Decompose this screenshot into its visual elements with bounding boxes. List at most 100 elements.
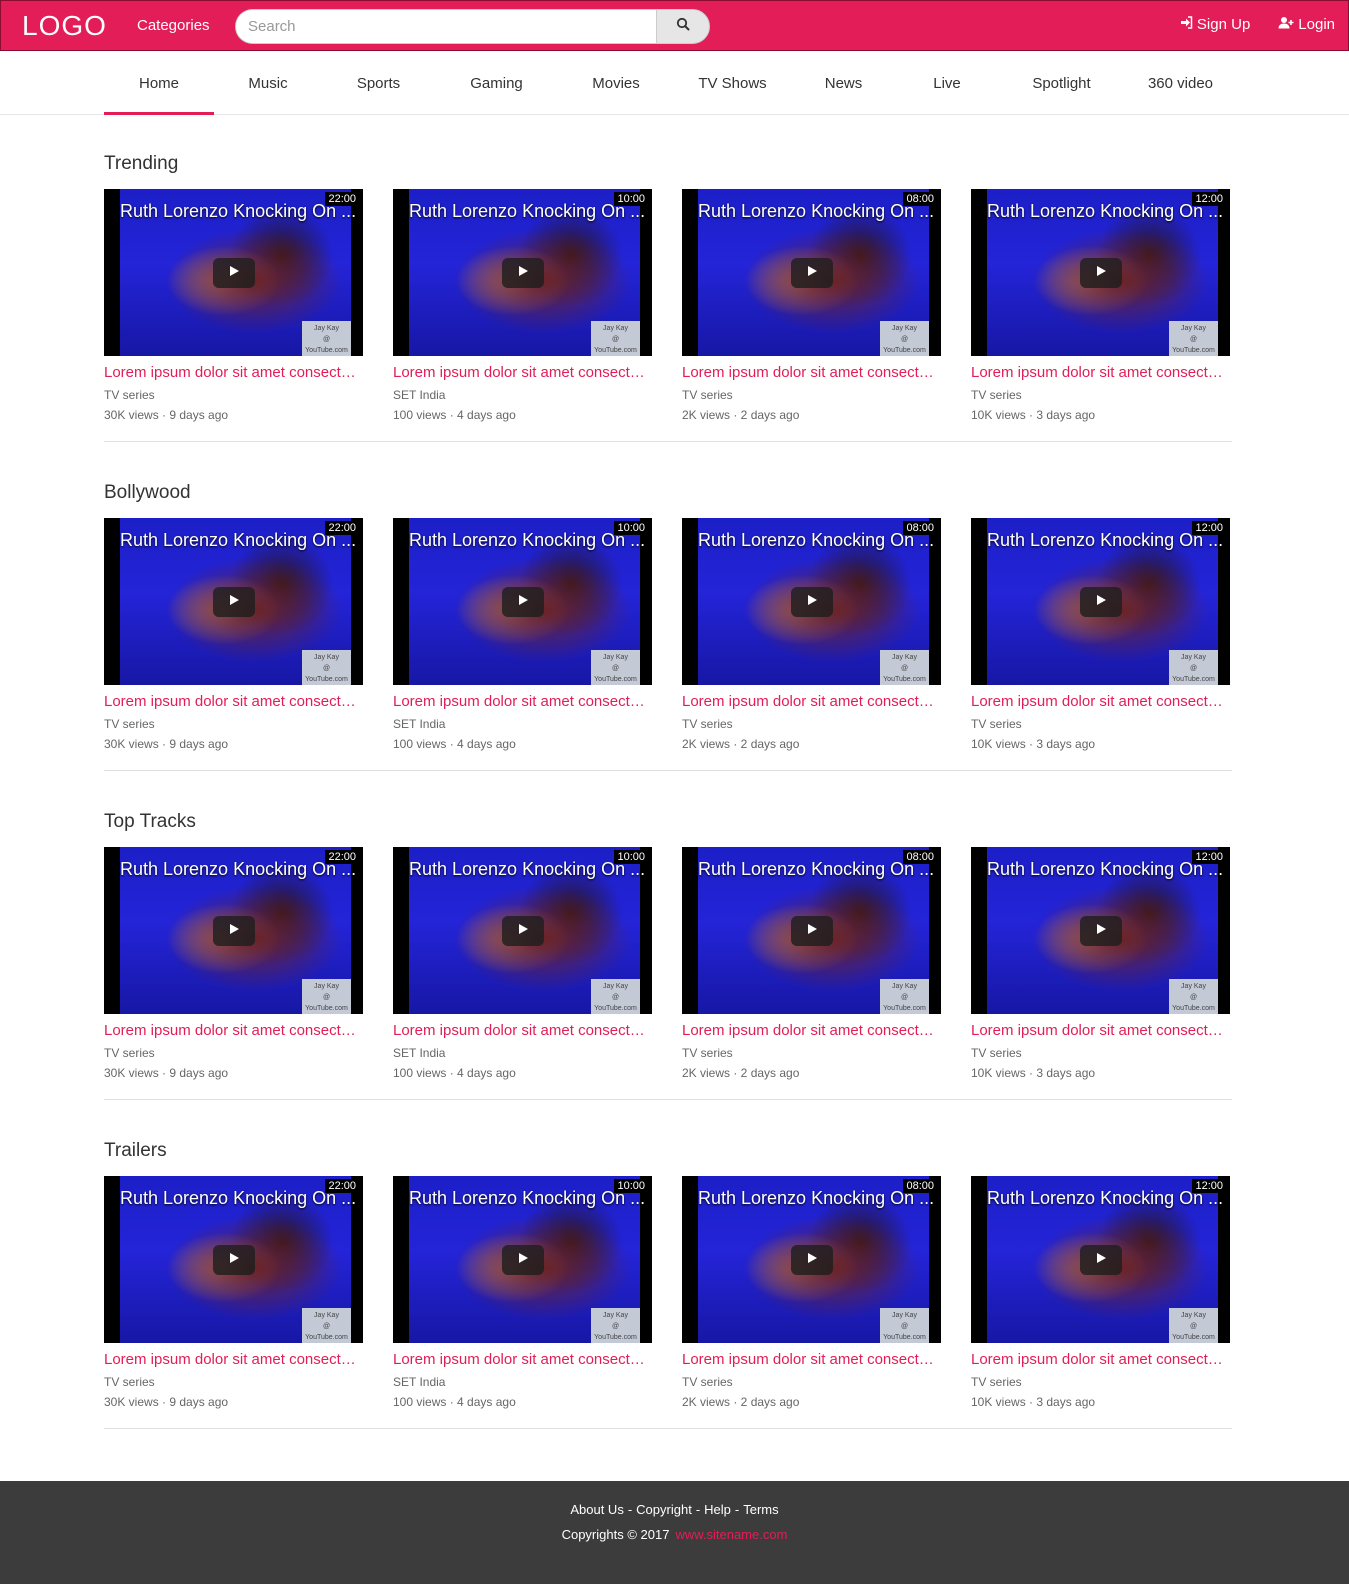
channel-name[interactable]: TV series [104,387,363,403]
signup-link[interactable]: Sign Up [1180,16,1250,33]
tab-spotlight[interactable]: Spotlight [998,51,1125,115]
video-card[interactable]: Jay Kay @ YouTube.com Ruth Lorenzo Knocki… [971,1176,1230,1410]
play-button[interactable] [790,257,833,288]
video-thumbnail[interactable]: Jay Kay @ YouTube.com Ruth Lorenzo Knocki… [104,518,363,685]
video-thumbnail[interactable]: Jay Kay @ YouTube.com Ruth Lorenzo Knocki… [682,1176,941,1343]
tab-gaming[interactable]: Gaming [435,51,558,115]
tab-movies[interactable]: Movies [558,51,674,115]
video-title-link[interactable]: Lorem ipsum dolor sit amet consectetur [393,692,652,712]
channel-name[interactable]: TV series [682,1374,941,1390]
video-title-link[interactable]: Lorem ipsum dolor sit amet consectetur [393,363,652,383]
play-button[interactable] [790,915,833,946]
channel-name[interactable]: TV series [971,387,1230,403]
tab-news[interactable]: News [791,51,896,115]
channel-name[interactable]: SET India [393,716,652,732]
video-thumbnail[interactable]: Jay Kay @ YouTube.com Ruth Lorenzo Knocki… [971,847,1230,1014]
tab-music[interactable]: Music [214,51,322,115]
channel-name[interactable]: SET India [393,387,652,403]
video-thumbnail[interactable]: Jay Kay @ YouTube.com Ruth Lorenzo Knocki… [393,847,652,1014]
video-title-link[interactable]: Lorem ipsum dolor sit amet consectetur [971,1350,1230,1370]
play-button[interactable] [1079,586,1122,617]
play-button[interactable] [501,257,544,288]
video-title-link[interactable]: Lorem ipsum dolor sit amet consectetur [971,692,1230,712]
play-button[interactable] [1079,915,1122,946]
search-input[interactable] [235,9,656,44]
play-button[interactable] [790,1244,833,1275]
tab-360-video[interactable]: 360 video [1125,51,1236,115]
video-thumbnail[interactable]: Jay Kay @ YouTube.com Ruth Lorenzo Knocki… [104,847,363,1014]
video-title-link[interactable]: Lorem ipsum dolor sit amet consectetur [104,1350,363,1370]
video-card[interactable]: Jay Kay @ YouTube.com Ruth Lorenzo Knocki… [971,189,1230,423]
login-link[interactable]: Login [1278,16,1335,33]
video-title-link[interactable]: Lorem ipsum dolor sit amet consectetur [971,363,1230,383]
video-title-link[interactable]: Lorem ipsum dolor sit amet consectetur [682,363,941,383]
site-link[interactable]: www.sitename.com [675,1527,787,1542]
video-card[interactable]: Jay Kay @ YouTube.com Ruth Lorenzo Knocki… [393,189,652,423]
video-thumbnail[interactable]: Jay Kay @ YouTube.com Ruth Lorenzo Knocki… [393,1176,652,1343]
site-logo[interactable]: LOGO [22,10,107,42]
search-button[interactable] [656,9,710,44]
video-thumbnail[interactable]: Jay Kay @ YouTube.com Ruth Lorenzo Knocki… [104,189,363,356]
video-thumbnail[interactable]: Jay Kay @ YouTube.com Ruth Lorenzo Knocki… [682,189,941,356]
channel-name[interactable]: TV series [971,1374,1230,1390]
video-thumbnail[interactable]: Jay Kay @ YouTube.com Ruth Lorenzo Knocki… [682,518,941,685]
channel-name[interactable]: TV series [682,716,941,732]
video-card[interactable]: Jay Kay @ YouTube.com Ruth Lorenzo Knocki… [682,1176,941,1410]
video-thumbnail[interactable]: Jay Kay @ YouTube.com Ruth Lorenzo Knocki… [393,518,652,685]
tab-home[interactable]: Home [104,51,214,115]
video-card[interactable]: Jay Kay @ YouTube.com Ruth Lorenzo Knocki… [682,518,941,752]
video-thumbnail[interactable]: Jay Kay @ YouTube.com Ruth Lorenzo Knocki… [682,847,941,1014]
play-button[interactable] [501,915,544,946]
footer-link-about-us[interactable]: About Us [570,1502,623,1517]
channel-name[interactable]: TV series [104,1045,363,1061]
video-title-link[interactable]: Lorem ipsum dolor sit amet consectetur [104,692,363,712]
video-title-link[interactable]: Lorem ipsum dolor sit amet consectetur [393,1350,652,1370]
channel-name[interactable]: TV series [971,1045,1230,1061]
tab-sports[interactable]: Sports [322,51,435,115]
video-title-link[interactable]: Lorem ipsum dolor sit amet consectetur [393,1021,652,1041]
channel-name[interactable]: TV series [682,1045,941,1061]
channel-name[interactable]: TV series [682,387,941,403]
play-button[interactable] [501,1244,544,1275]
video-card[interactable]: Jay Kay @ YouTube.com Ruth Lorenzo Knocki… [971,518,1230,752]
video-title-link[interactable]: Lorem ipsum dolor sit amet consectetur [104,1021,363,1041]
video-card[interactable]: Jay Kay @ YouTube.com Ruth Lorenzo Knocki… [104,1176,363,1410]
video-thumbnail[interactable]: Jay Kay @ YouTube.com Ruth Lorenzo Knocki… [393,189,652,356]
channel-name[interactable]: SET India [393,1045,652,1061]
video-card[interactable]: Jay Kay @ YouTube.com Ruth Lorenzo Knocki… [682,847,941,1081]
tab-live[interactable]: Live [896,51,998,115]
footer-link-terms[interactable]: Terms [743,1502,778,1517]
video-card[interactable]: Jay Kay @ YouTube.com Ruth Lorenzo Knocki… [971,847,1230,1081]
video-card[interactable]: Jay Kay @ YouTube.com Ruth Lorenzo Knocki… [393,1176,652,1410]
footer-link-help[interactable]: Help [704,1502,731,1517]
play-button[interactable] [212,257,255,288]
video-thumbnail[interactable]: Jay Kay @ YouTube.com Ruth Lorenzo Knocki… [971,518,1230,685]
categories-menu[interactable]: Categories [137,17,210,34]
video-thumbnail[interactable]: Jay Kay @ YouTube.com Ruth Lorenzo Knocki… [971,1176,1230,1343]
video-card[interactable]: Jay Kay @ YouTube.com Ruth Lorenzo Knocki… [104,847,363,1081]
play-button[interactable] [212,915,255,946]
video-card[interactable]: Jay Kay @ YouTube.com Ruth Lorenzo Knocki… [104,189,363,423]
channel-name[interactable]: SET India [393,1374,652,1390]
video-card[interactable]: Jay Kay @ YouTube.com Ruth Lorenzo Knocki… [682,189,941,423]
video-card[interactable]: Jay Kay @ YouTube.com Ruth Lorenzo Knocki… [104,518,363,752]
channel-name[interactable]: TV series [971,716,1230,732]
video-thumbnail[interactable]: Jay Kay @ YouTube.com Ruth Lorenzo Knocki… [971,189,1230,356]
video-card[interactable]: Jay Kay @ YouTube.com Ruth Lorenzo Knocki… [393,847,652,1081]
video-thumbnail[interactable]: Jay Kay @ YouTube.com Ruth Lorenzo Knocki… [104,1176,363,1343]
play-button[interactable] [212,586,255,617]
video-title-link[interactable]: Lorem ipsum dolor sit amet consectetur [682,692,941,712]
video-title-link[interactable]: Lorem ipsum dolor sit amet consectetur [682,1021,941,1041]
video-card[interactable]: Jay Kay @ YouTube.com Ruth Lorenzo Knocki… [393,518,652,752]
footer-link-copyright[interactable]: Copyright [636,1502,692,1517]
video-title-link[interactable]: Lorem ipsum dolor sit amet consectetur [682,1350,941,1370]
play-button[interactable] [501,586,544,617]
play-button[interactable] [790,586,833,617]
video-title-link[interactable]: Lorem ipsum dolor sit amet consectetur [971,1021,1230,1041]
channel-name[interactable]: TV series [104,716,363,732]
play-button[interactable] [1079,1244,1122,1275]
play-button[interactable] [212,1244,255,1275]
tab-tv-shows[interactable]: TV Shows [674,51,791,115]
play-button[interactable] [1079,257,1122,288]
channel-name[interactable]: TV series [104,1374,363,1390]
